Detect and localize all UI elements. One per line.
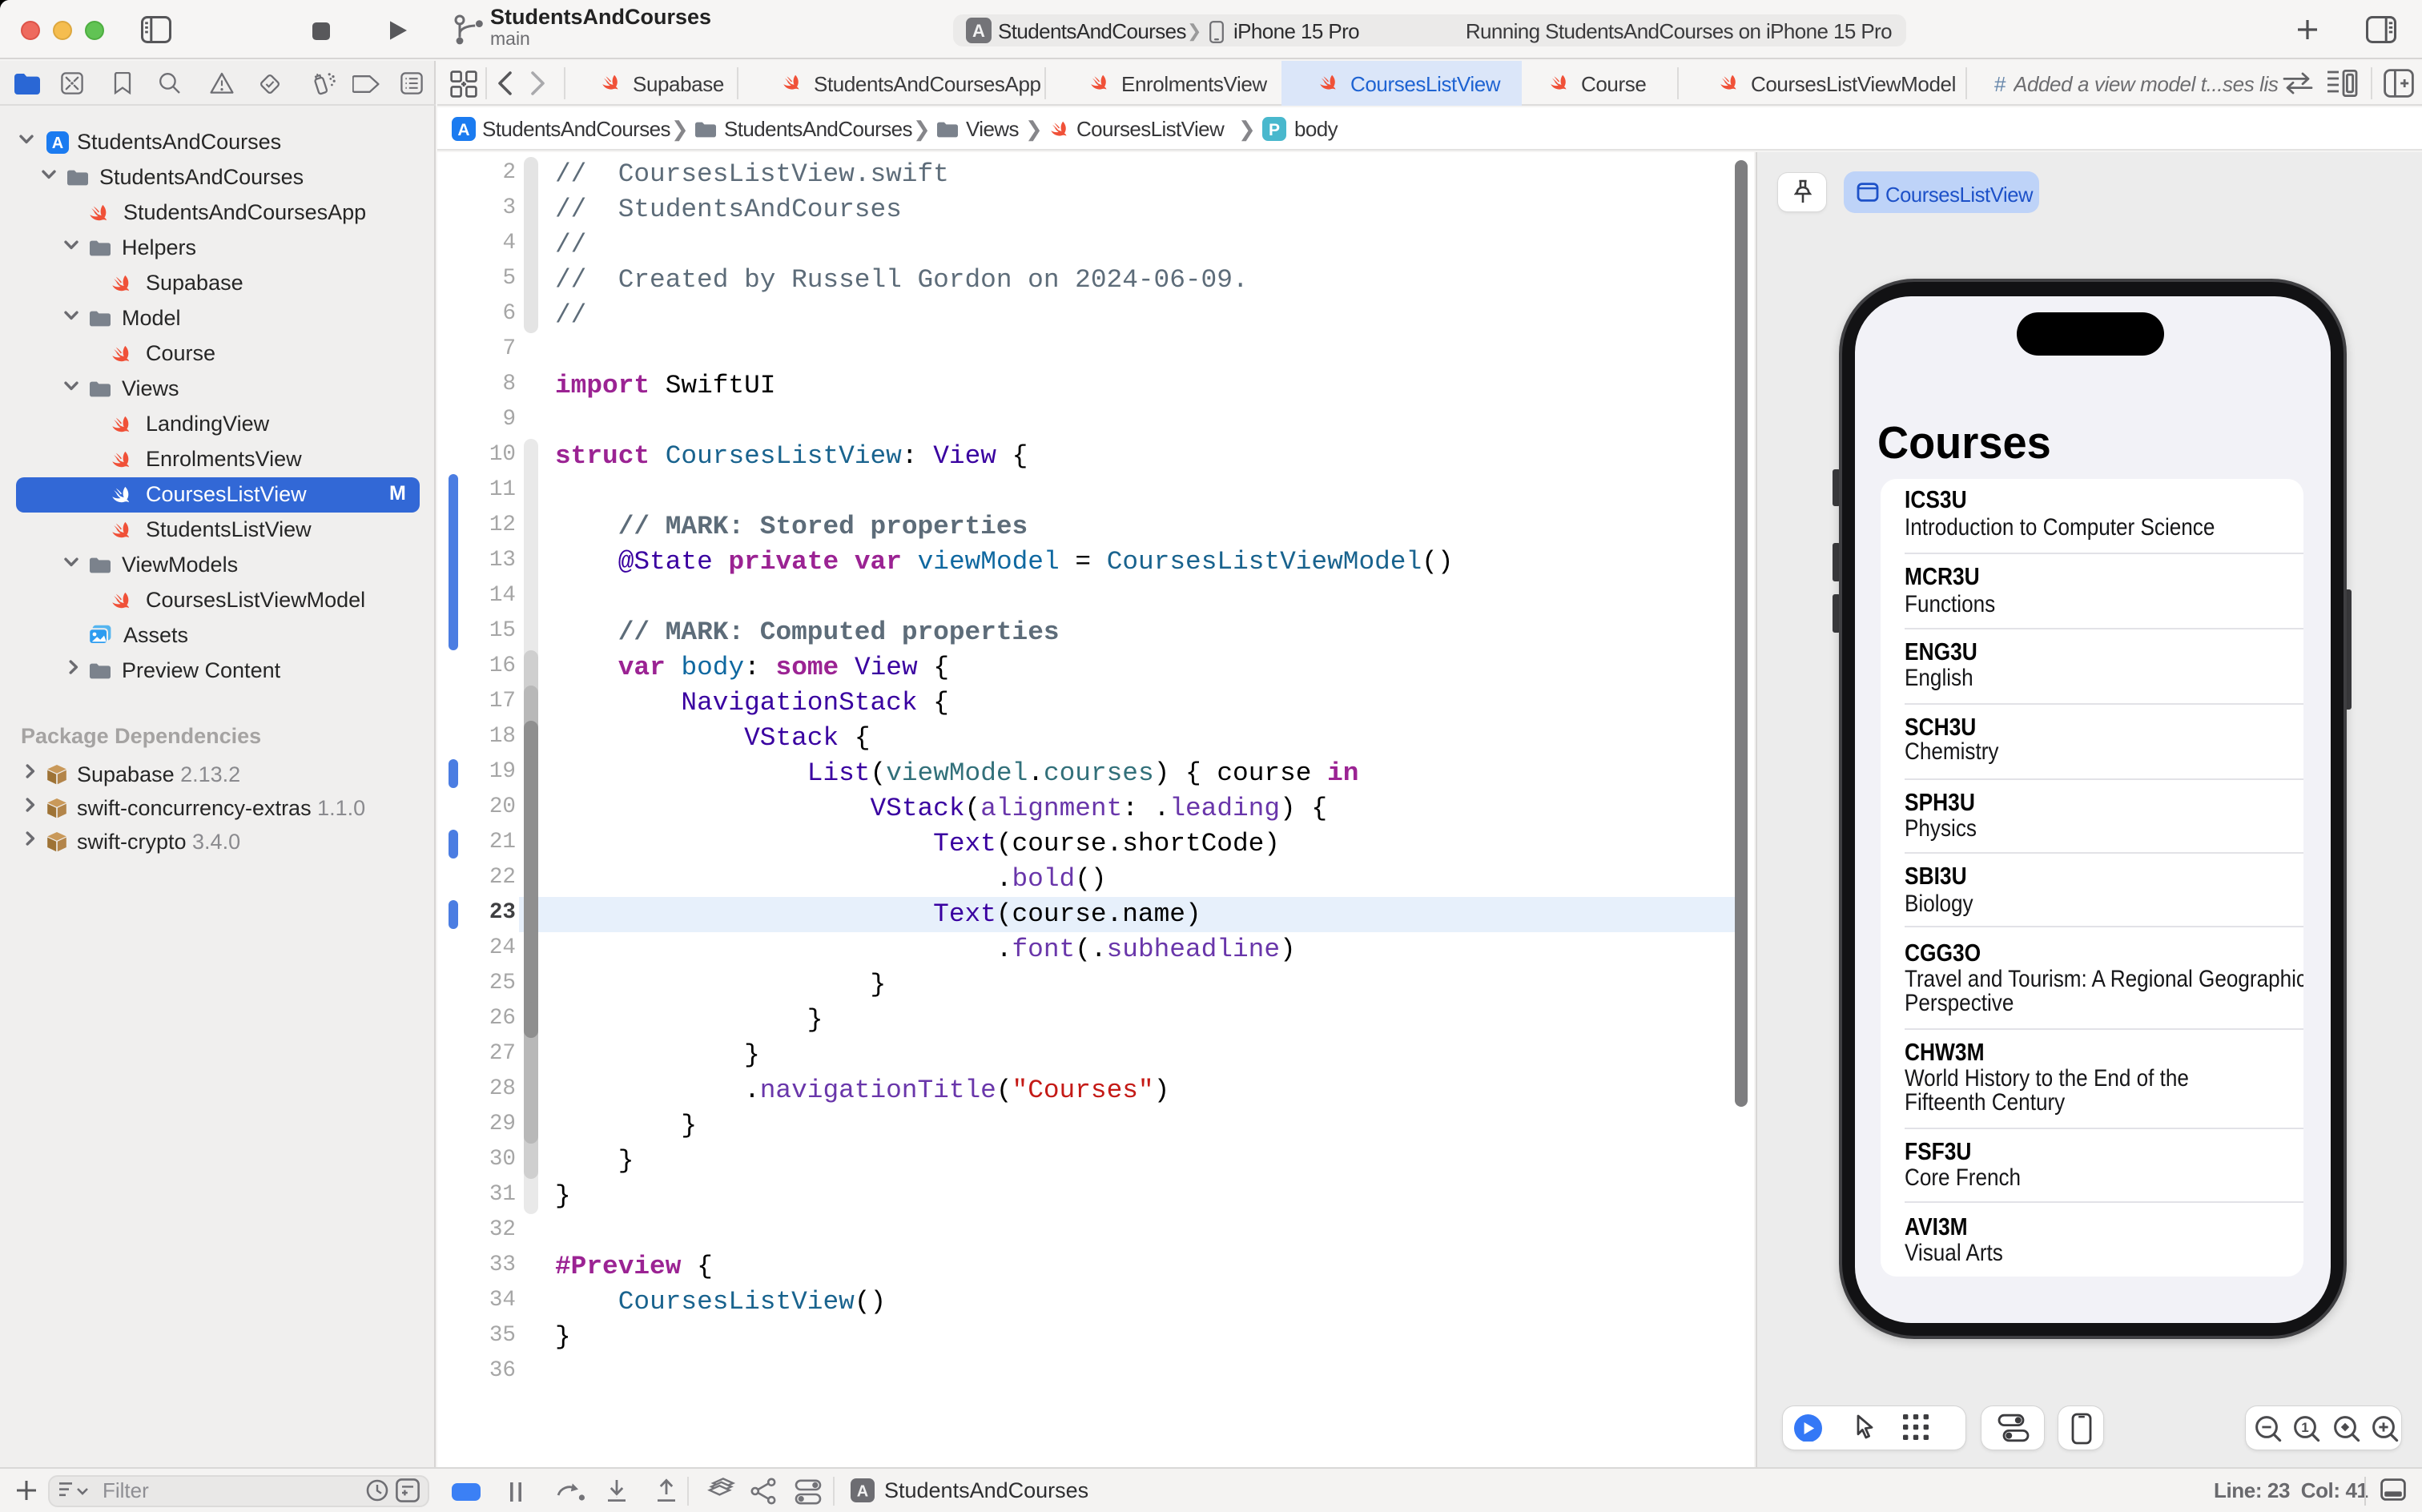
- svg-text:A: A: [972, 21, 985, 41]
- svg-text:A: A: [857, 1483, 868, 1501]
- svg-text:A: A: [52, 134, 63, 151]
- svg-text:1: 1: [2301, 1419, 2308, 1434]
- svg-text:P: P: [1269, 121, 1280, 139]
- svg-text:A: A: [457, 121, 469, 139]
